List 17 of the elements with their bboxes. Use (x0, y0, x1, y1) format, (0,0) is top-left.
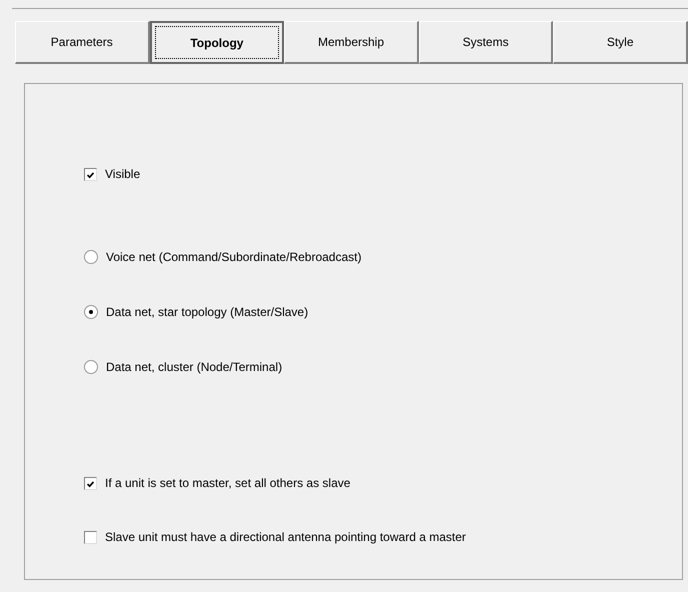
checkbox[interactable] (84, 530, 97, 544)
radio-button[interactable] (84, 360, 98, 374)
checkbox-label: If a unit is set to master, set all others as slave (105, 476, 350, 490)
checkbox[interactable] (84, 476, 97, 490)
tab[interactable]: Topology (150, 21, 284, 64)
tab[interactable]: Systems (418, 21, 554, 64)
radio-label: Voice net (Command/Subordinate/Rebroadcast) (106, 250, 362, 264)
radio-label: Data net, cluster (Node/Terminal) (106, 360, 282, 374)
tab[interactable]: Parameters (15, 21, 150, 64)
tab[interactable]: Membership (284, 21, 419, 64)
checkbox[interactable] (84, 168, 97, 180)
radio-button[interactable] (84, 250, 98, 264)
radio-label: Data net, star topology (Master/Slave) (106, 305, 308, 319)
radio-button[interactable] (84, 305, 98, 319)
tab[interactable]: Style (553, 21, 688, 64)
checkbox-label: Slave unit must have a directional antenna pointing toward a master (105, 530, 466, 544)
checkbox-label: Visible (105, 167, 140, 181)
